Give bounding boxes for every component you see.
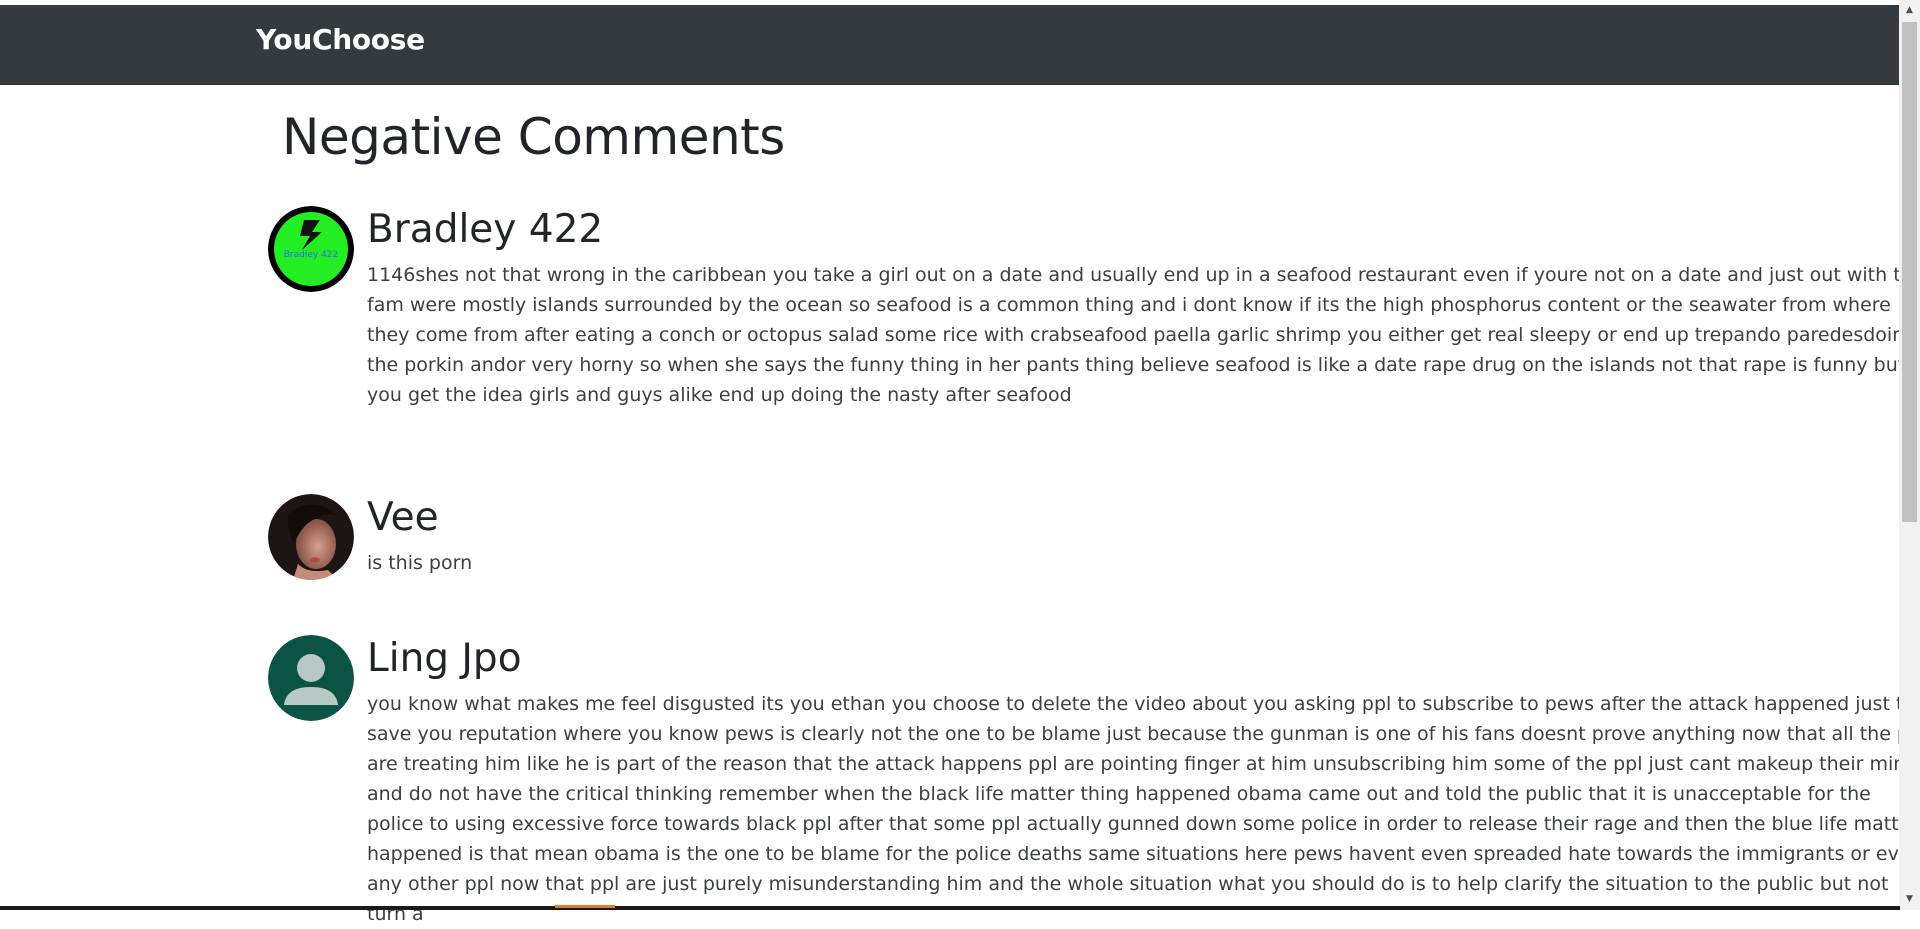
comment-body: Ling Jpo you know what makes me feel dis… <box>367 635 1920 929</box>
navbar: YouChoose <box>0 5 1899 85</box>
window-bottom-edge <box>0 906 1900 910</box>
avatar: Bradley 422 <box>268 206 354 292</box>
vertical-scrollbar[interactable]: ▲ ▼ <box>1899 0 1920 910</box>
scroll-up-arrow-icon[interactable]: ▲ <box>1899 0 1920 21</box>
scrollbar-thumb[interactable] <box>1902 22 1917 522</box>
avatar <box>268 494 354 580</box>
comment-text: you know what makes me feel disgusted it… <box>367 693 1920 925</box>
comment-body: Vee is this porn <box>367 494 1917 578</box>
comment-author: Ling Jpo <box>367 636 522 681</box>
taskbar-accent <box>555 905 615 908</box>
bradley-logo-icon: Bradley 422 <box>268 206 354 292</box>
comment-author: Bradley 422 <box>367 207 604 252</box>
comment-body: Bradley 422 1146shes not that wrong in t… <box>367 206 1920 410</box>
comment-author: Vee <box>367 495 439 540</box>
default-user-icon <box>268 635 354 721</box>
avatar <box>268 635 354 721</box>
comment-text: 1146shes not that wrong in the caribbean… <box>367 264 1920 406</box>
brand-logo-link[interactable]: YouChoose <box>256 23 425 56</box>
comment-text: is this porn <box>367 552 473 574</box>
scroll-down-arrow-icon[interactable]: ▼ <box>1899 889 1920 910</box>
user-photo-icon <box>268 494 354 580</box>
avatar-logo-label-line1: Bradley 422 <box>284 250 339 260</box>
page-title: Negative Comments <box>282 108 785 166</box>
